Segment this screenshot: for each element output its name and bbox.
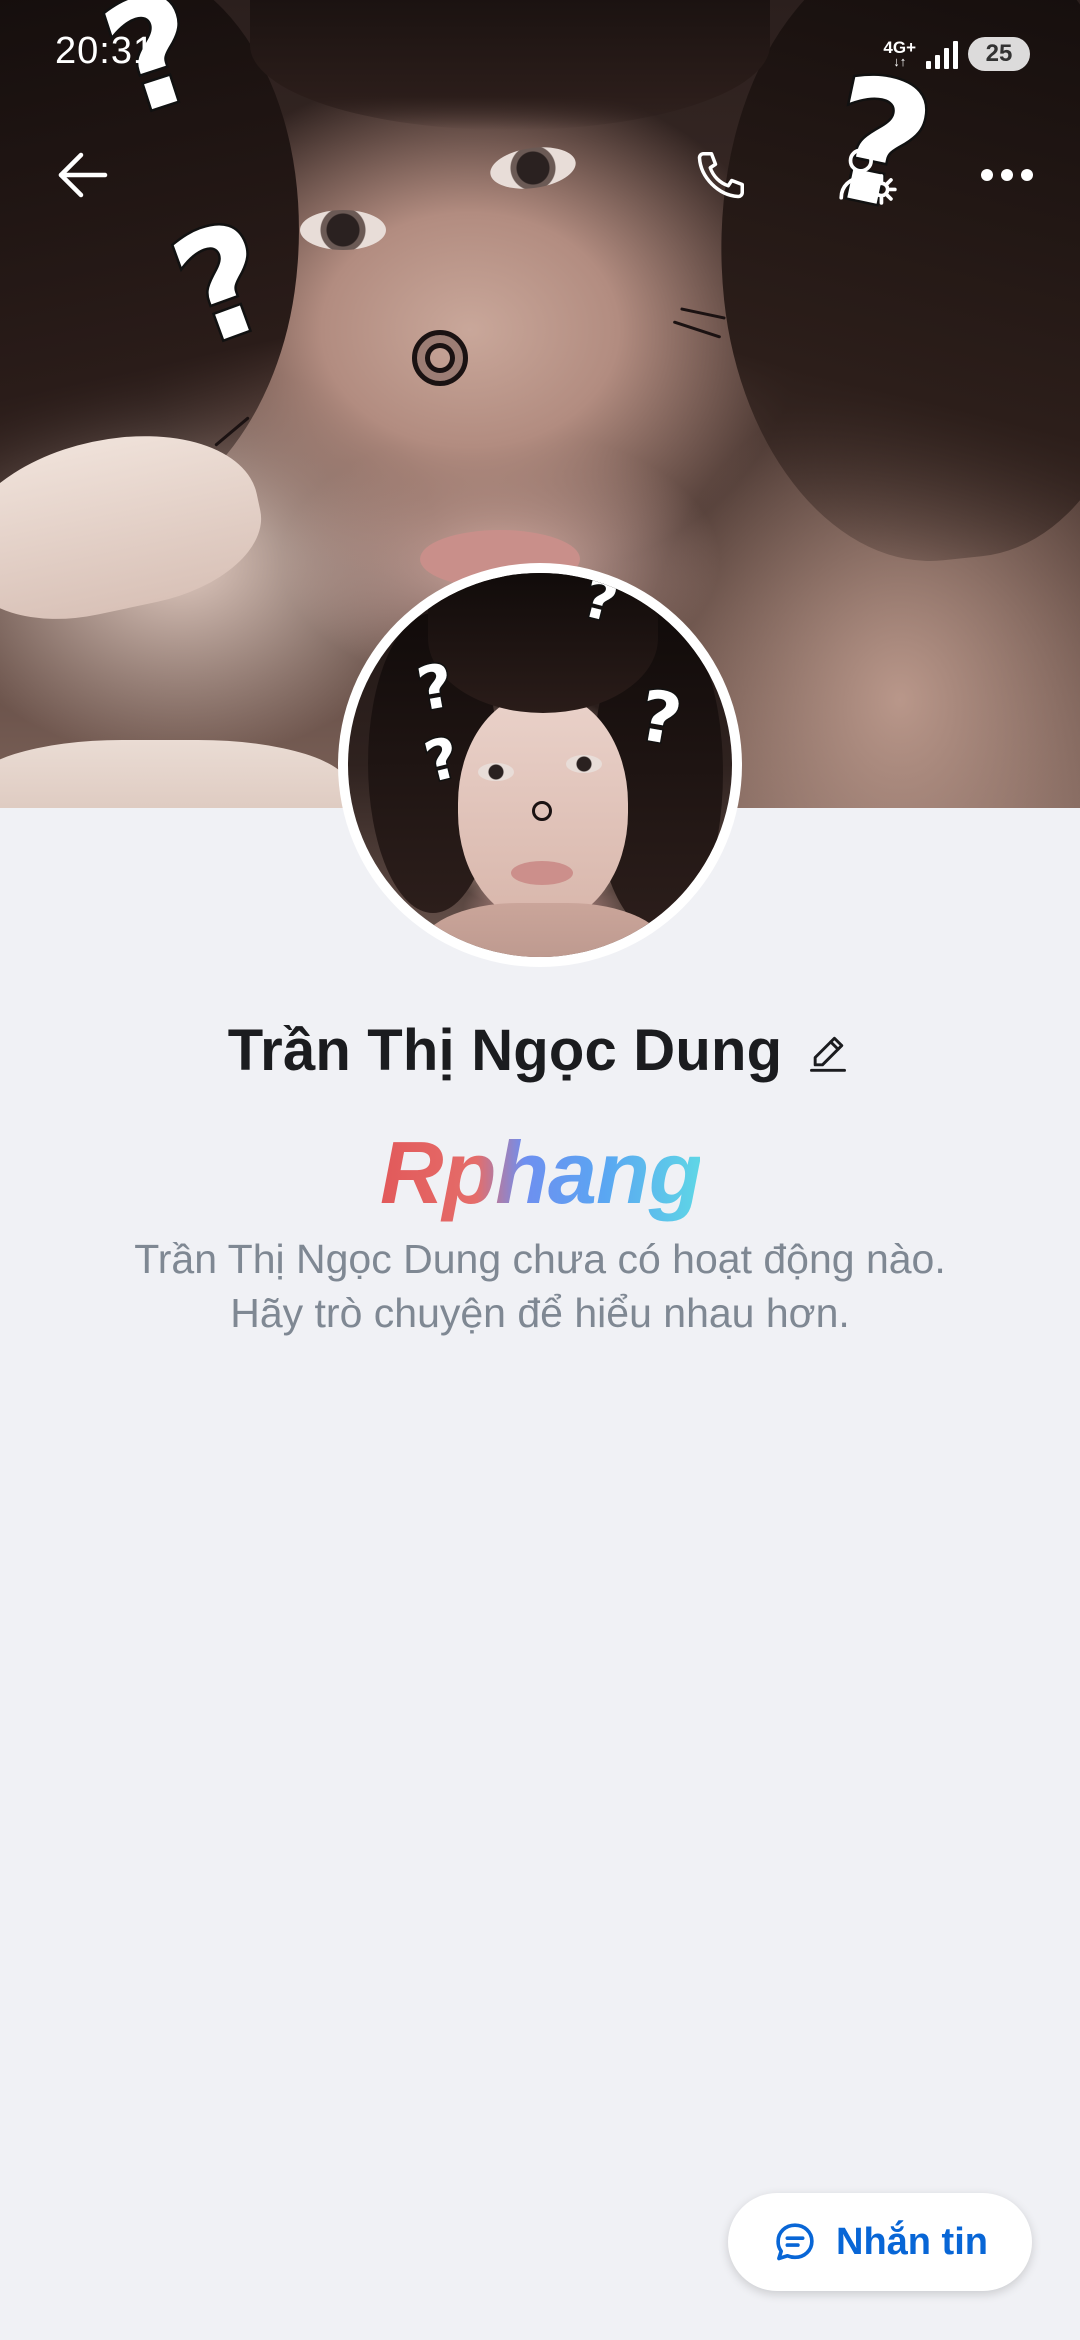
status-bar: 20:31 4G+ ↓↑ 25 <box>0 0 1080 100</box>
ellipsis-icon <box>981 169 1033 181</box>
phone-icon <box>697 151 745 199</box>
avatar-nose-sticker <box>532 801 552 821</box>
profile-name-row: Trần Thị Ngọc Dung <box>0 1010 1080 1090</box>
back-button[interactable] <box>38 130 128 220</box>
pencil-icon <box>810 1036 847 1072</box>
data-arrows-icon: ↓↑ <box>893 54 907 69</box>
avatar-photo: ? ? ? ? <box>348 573 732 957</box>
profile-avatar[interactable]: ? ? ? ? <box>338 563 742 967</box>
edit-name-button[interactable] <box>804 1028 852 1076</box>
send-message-label: Nhắn tin <box>836 2220 988 2263</box>
status-indicators: 4G+ ↓↑ 25 <box>883 36 1030 72</box>
cover-nose-sticker <box>412 330 468 386</box>
cover-arm-lower <box>0 740 350 808</box>
status-time: 20:31 <box>55 30 156 72</box>
more-options-button[interactable] <box>962 130 1052 220</box>
arrow-left-icon <box>58 152 108 198</box>
profile-name: Trần Thị Ngọc Dung <box>227 1017 783 1083</box>
cover-whisker <box>680 307 726 320</box>
network-type: 4G+ ↓↑ <box>883 39 916 69</box>
battery-icon: 25 <box>968 37 1030 71</box>
empty-activity-message: Trần Thị Ngọc Dung chưa có hoạt động nào… <box>134 1236 946 1336</box>
user-gear-icon <box>839 148 897 205</box>
signal-icon <box>926 39 958 69</box>
profile-settings-button[interactable] <box>822 130 912 220</box>
battery-level: 25 <box>985 40 1013 67</box>
cover-whisker <box>672 320 722 339</box>
call-button[interactable] <box>676 130 766 220</box>
profile-toolbar <box>0 130 1080 220</box>
watermark-logo: Rphang <box>380 1118 703 1228</box>
send-message-button[interactable]: Nhắn tin <box>728 2193 1032 2291</box>
chat-bubble-icon <box>776 2223 814 2261</box>
